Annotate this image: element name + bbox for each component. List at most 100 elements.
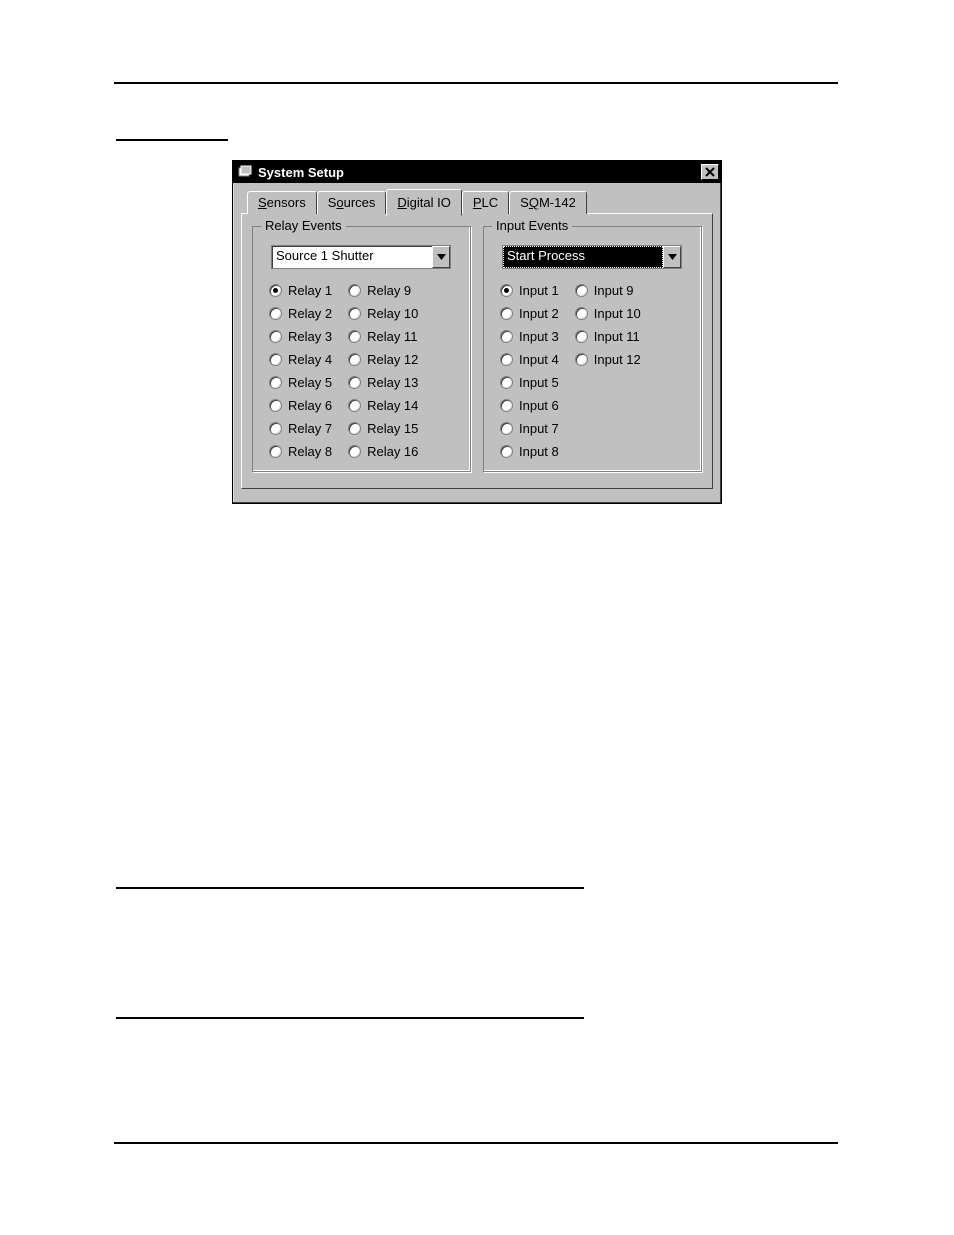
radio-relay-relay-5[interactable]: Relay 5 xyxy=(269,375,332,390)
radio-dot-icon xyxy=(500,376,513,389)
input-event-select[interactable]: Start Process xyxy=(502,245,682,269)
radio-input-input-7[interactable]: Input 7 xyxy=(500,421,559,436)
radio-relay-relay-8[interactable]: Relay 8 xyxy=(269,444,332,459)
radio-dot-icon xyxy=(500,307,513,320)
tab-plc[interactable]: PLC xyxy=(462,191,509,214)
radio-relay-relay-6[interactable]: Relay 6 xyxy=(269,398,332,413)
radio-label: Input 9 xyxy=(594,283,634,298)
page-top-rule xyxy=(114,82,838,84)
relay-events-group: Relay Events Source 1 Shutter Relay 1Rel… xyxy=(252,226,471,472)
radio-relay-relay-10[interactable]: Relay 10 xyxy=(348,306,418,321)
radio-label: Relay 3 xyxy=(288,329,332,344)
radio-label: Relay 12 xyxy=(367,352,418,367)
radio-dot-icon xyxy=(348,445,361,458)
radio-dot-icon xyxy=(575,330,588,343)
relay-event-select[interactable]: Source 1 Shutter xyxy=(271,245,451,269)
radio-dot-icon xyxy=(269,353,282,366)
radio-input-input-1[interactable]: Input 1 xyxy=(500,283,559,298)
system-setup-dialog: System Setup SensorsSourcesDigital IOPLC… xyxy=(232,160,722,504)
input-events-legend: Input Events xyxy=(492,218,572,233)
page-bottom-rule xyxy=(114,1142,838,1144)
radio-relay-relay-7[interactable]: Relay 7 xyxy=(269,421,332,436)
radio-relay-relay-4[interactable]: Relay 4 xyxy=(269,352,332,367)
relay-col-1: Relay 1 Relay 2 Relay 3 Relay 4 Relay 5 Relay… xyxy=(269,283,332,459)
radio-label: Relay 4 xyxy=(288,352,332,367)
input-col-2: Input 9 Input 10 Input 11 Input 12 xyxy=(575,283,641,459)
section-underline-1 xyxy=(116,887,584,889)
section-underline-2 xyxy=(116,1017,584,1019)
radio-label: Input 7 xyxy=(519,421,559,436)
radio-dot-icon xyxy=(575,284,588,297)
radio-dot-icon xyxy=(348,284,361,297)
radio-input-input-2[interactable]: Input 2 xyxy=(500,306,559,321)
radio-input-input-5[interactable]: Input 5 xyxy=(500,375,559,390)
radio-dot-icon xyxy=(348,376,361,389)
radio-relay-relay-2[interactable]: Relay 2 xyxy=(269,306,332,321)
tab-digital-io[interactable]: Digital IO xyxy=(386,189,461,216)
radio-label: Relay 11 xyxy=(367,329,417,344)
radio-label: Relay 6 xyxy=(288,398,332,413)
relay-event-dropdown-button[interactable] xyxy=(432,246,450,268)
radio-label: Relay 14 xyxy=(367,398,418,413)
radio-relay-relay-1[interactable]: Relay 1 xyxy=(269,283,332,298)
radio-relay-relay-13[interactable]: Relay 13 xyxy=(348,375,418,390)
radio-dot-icon xyxy=(269,307,282,320)
close-icon xyxy=(705,167,715,177)
radio-dot-icon xyxy=(269,445,282,458)
tab-sources[interactable]: Sources xyxy=(317,191,387,214)
relay-events-legend: Relay Events xyxy=(261,218,346,233)
radio-dot-icon xyxy=(500,353,513,366)
radio-label: Input 8 xyxy=(519,444,559,459)
radio-dot-icon xyxy=(348,330,361,343)
radio-relay-relay-9[interactable]: Relay 9 xyxy=(348,283,418,298)
input-col-1: Input 1 Input 2 Input 3 Input 4 Input 5 Input… xyxy=(500,283,559,459)
radio-dot-icon xyxy=(500,399,513,412)
relay-col-2: Relay 9 Relay 10 Relay 11 Relay 12 Relay 13 R… xyxy=(348,283,418,459)
radio-input-input-4[interactable]: Input 4 xyxy=(500,352,559,367)
tab-sensors[interactable]: Sensors xyxy=(247,191,317,214)
radio-label: Input 2 xyxy=(519,306,559,321)
radio-relay-relay-14[interactable]: Relay 14 xyxy=(348,398,418,413)
radio-input-input-10[interactable]: Input 10 xyxy=(575,306,641,321)
radio-dot-icon xyxy=(575,353,588,366)
radio-label: Relay 1 xyxy=(288,283,332,298)
radio-input-input-11[interactable]: Input 11 xyxy=(575,329,641,344)
radio-input-input-12[interactable]: Input 12 xyxy=(575,352,641,367)
radio-input-input-3[interactable]: Input 3 xyxy=(500,329,559,344)
radio-relay-relay-11[interactable]: Relay 11 xyxy=(348,329,418,344)
radio-label: Input 11 xyxy=(594,329,640,344)
radio-label: Relay 8 xyxy=(288,444,332,459)
radio-dot-icon xyxy=(348,307,361,320)
radio-label: Relay 13 xyxy=(367,375,418,390)
radio-relay-relay-16[interactable]: Relay 16 xyxy=(348,444,418,459)
titlebar: System Setup xyxy=(233,161,721,183)
radio-label: Relay 15 xyxy=(367,421,418,436)
input-event-value: Start Process xyxy=(503,246,663,268)
radio-label: Input 4 xyxy=(519,352,559,367)
radio-relay-relay-15[interactable]: Relay 15 xyxy=(348,421,418,436)
radio-relay-relay-12[interactable]: Relay 12 xyxy=(348,352,418,367)
input-event-dropdown-button[interactable] xyxy=(663,246,681,268)
radio-dot-icon xyxy=(269,399,282,412)
radio-dot-icon xyxy=(500,330,513,343)
header-underline xyxy=(116,139,228,141)
tab-sqm-142[interactable]: SQM-142 xyxy=(509,191,587,214)
radio-label: Input 1 xyxy=(519,283,559,298)
dialog-client: SensorsSourcesDigital IOPLCSQM-142 Relay… xyxy=(233,183,721,503)
radio-label: Input 5 xyxy=(519,375,559,390)
tab-panel-digital-io: Relay Events Source 1 Shutter Relay 1Rel… xyxy=(241,213,713,489)
relay-radio-columns: Relay 1 Relay 2 Relay 3 Relay 4 Relay 5 Relay… xyxy=(263,283,460,459)
radio-input-input-9[interactable]: Input 9 xyxy=(575,283,641,298)
radio-input-input-8[interactable]: Input 8 xyxy=(500,444,559,459)
app-icon xyxy=(237,164,253,180)
close-button[interactable] xyxy=(701,164,719,180)
radio-input-input-6[interactable]: Input 6 xyxy=(500,398,559,413)
radio-label: Relay 5 xyxy=(288,375,332,390)
radio-dot-icon xyxy=(348,353,361,366)
input-events-group: Input Events Start Process Input 1Input … xyxy=(483,226,702,472)
radio-dot-icon xyxy=(269,330,282,343)
radio-label: Input 3 xyxy=(519,329,559,344)
radio-relay-relay-3[interactable]: Relay 3 xyxy=(269,329,332,344)
radio-dot-icon xyxy=(269,284,282,297)
radio-label: Relay 9 xyxy=(367,283,411,298)
